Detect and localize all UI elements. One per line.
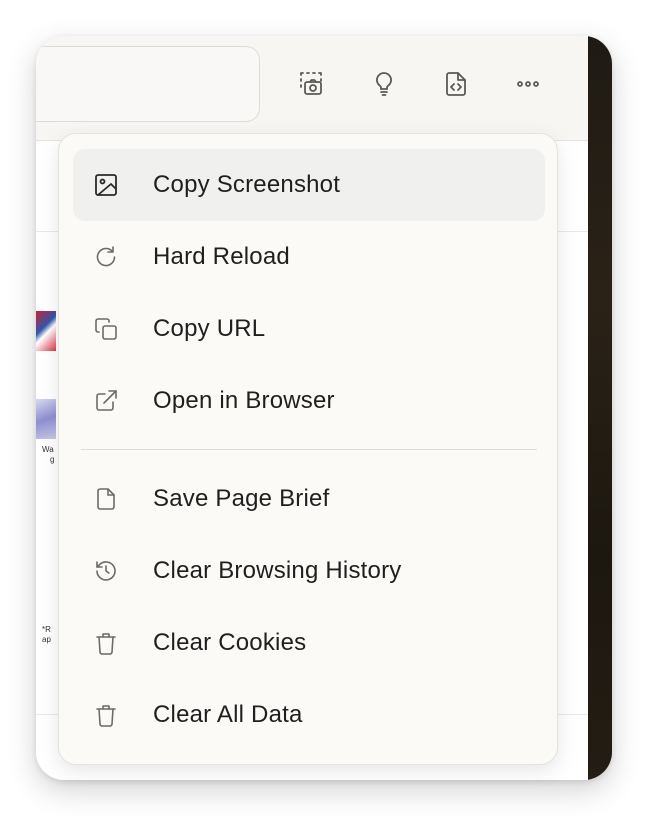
history-icon xyxy=(91,556,121,586)
menu-item-hard-reload[interactable]: Hard Reload xyxy=(73,221,545,293)
page-fragment: ap xyxy=(42,635,51,644)
insights-button[interactable] xyxy=(364,64,404,104)
menu-item-clear-cookies[interactable]: Clear Cookies xyxy=(73,607,545,679)
screenshot-button[interactable] xyxy=(292,64,332,104)
thumbnail-image xyxy=(36,399,56,439)
menu-item-save-page-brief[interactable]: Save Page Brief xyxy=(73,463,545,535)
lightbulb-icon xyxy=(376,72,392,96)
more-icon xyxy=(517,81,539,87)
more-button[interactable] xyxy=(508,64,548,104)
menu-item-label: Clear Cookies xyxy=(153,629,307,656)
menu-item-label: Copy Screenshot xyxy=(153,171,341,198)
file-icon xyxy=(91,484,121,514)
page-fragment: g xyxy=(50,455,55,464)
page-fragment: Wa xyxy=(42,445,54,454)
code-file-icon xyxy=(446,72,466,96)
menu-item-copy-url[interactable]: Copy URL xyxy=(73,293,545,365)
more-menu: Copy Screenshot Hard Reload Copy URL Ope… xyxy=(58,133,558,765)
menu-separator xyxy=(81,449,537,450)
thumbnail-image xyxy=(36,311,56,351)
copy-icon xyxy=(91,314,121,344)
menu-item-clear-browsing-history[interactable]: Clear Browsing History xyxy=(73,535,545,607)
stage: Wa g *R ap Copy Screenshot Hard Reload C… xyxy=(0,0,648,816)
address-bar[interactable] xyxy=(36,46,260,122)
trash-icon xyxy=(91,628,121,658)
page-fragment: *R xyxy=(42,625,51,634)
menu-item-label: Hard Reload xyxy=(153,243,290,270)
screenshot-icon xyxy=(300,72,322,95)
menu-item-label: Open in Browser xyxy=(153,387,335,414)
menu-item-label: Save Page Brief xyxy=(153,485,330,512)
image-icon xyxy=(91,170,121,200)
background-window-edge xyxy=(588,36,612,780)
reload-icon xyxy=(91,242,121,272)
menu-item-copy-screenshot[interactable]: Copy Screenshot xyxy=(73,149,545,221)
trash-icon xyxy=(91,700,121,730)
toolbar xyxy=(36,36,588,141)
menu-item-label: Copy URL xyxy=(153,315,266,342)
menu-item-label: Clear Browsing History xyxy=(153,557,402,584)
menu-item-label: Clear All Data xyxy=(153,701,303,728)
menu-item-open-in-browser[interactable]: Open in Browser xyxy=(73,365,545,437)
view-source-button[interactable] xyxy=(436,64,476,104)
external-link-icon xyxy=(91,386,121,416)
menu-item-clear-all-data[interactable]: Clear All Data xyxy=(73,679,545,751)
